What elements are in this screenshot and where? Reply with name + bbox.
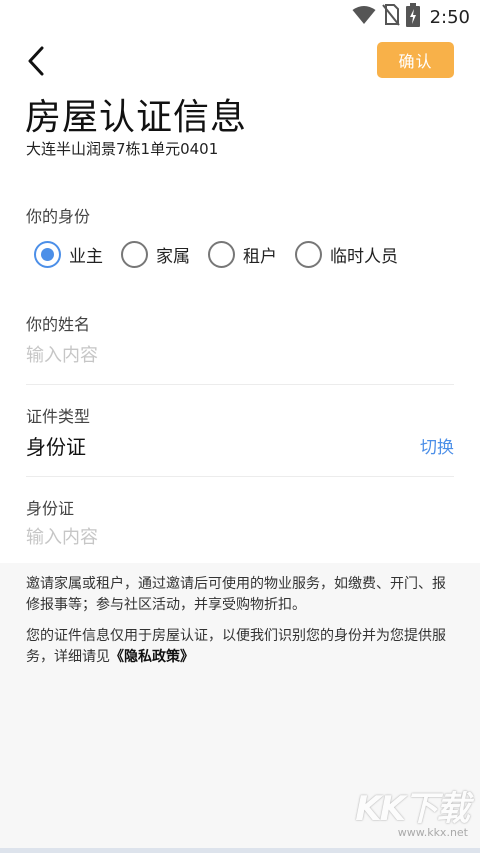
status-time: 2:50 — [429, 6, 470, 28]
switch-id-type-link[interactable]: 切换 — [420, 433, 454, 458]
divider — [26, 384, 454, 385]
radio-label: 临时人员 — [330, 247, 398, 267]
radio-button[interactable] — [208, 241, 235, 268]
radio-button[interactable] — [121, 241, 148, 268]
id-number-input[interactable]: 输入内容 — [26, 523, 454, 553]
name-label: 你的姓名 — [26, 315, 91, 334]
name-input[interactable]: 输入内容 — [26, 341, 454, 371]
radio-button[interactable] — [295, 241, 322, 268]
status-icons: 2:50 — [352, 3, 470, 31]
privacy-policy-link[interactable]: 《隐私政策》 — [110, 649, 194, 665]
status-bar: 2:50 — [0, 0, 480, 34]
info-panel: 邀请家属或租户，通过邀请后可使用的物业服务，如缴费、开门、报修报事等；参与社区活… — [0, 563, 480, 853]
id-type-label: 证件类型 — [26, 407, 91, 426]
page-title: 房屋认证信息 — [25, 97, 248, 138]
back-arrow-icon — [22, 46, 54, 82]
address-text: 大连半山润景7栋1单元0401 — [26, 140, 219, 158]
radio-button-checked[interactable] — [34, 241, 61, 268]
radio-owner[interactable]: 业主 — [34, 241, 103, 268]
radio-tenant[interactable]: 租户 — [208, 241, 277, 268]
privacy-prefix: 您的证件信息仅用于房屋认证，以便我们识别您的身份并为您提供服务，详细请见 — [26, 628, 446, 665]
no-sim-icon — [381, 4, 400, 30]
radio-temporary[interactable]: 临时人员 — [295, 241, 398, 268]
confirm-button[interactable]: 确认 — [377, 42, 454, 78]
id-number-label: 身份证 — [26, 499, 75, 518]
back-button[interactable] — [22, 44, 54, 78]
invite-info-text: 邀请家属或租户，通过邀请后可使用的物业服务，如缴费、开门、报修报事等；参与社区活… — [26, 576, 446, 613]
id-type-value: 身份证 — [26, 435, 86, 459]
radio-label: 家属 — [156, 247, 190, 267]
identity-radio-group: 业主 家属 租户 临时人员 — [34, 241, 416, 268]
wifi-icon — [352, 5, 376, 29]
radio-family[interactable]: 家属 — [121, 241, 190, 268]
radio-label: 租户 — [243, 247, 277, 267]
divider — [26, 476, 454, 477]
battery-charging-icon — [405, 3, 420, 31]
watermark: KK下载 www.kkx.net — [355, 781, 470, 839]
identity-label: 你的身份 — [26, 207, 91, 226]
radio-label: 业主 — [69, 247, 103, 267]
bottom-strip — [0, 848, 480, 853]
watermark-logo: KK下载 — [355, 789, 470, 829]
privacy-info-text: 您的证件信息仅用于房屋认证，以便我们识别您的身份并为您提供服务，详细请见《隐私政… — [26, 626, 454, 668]
